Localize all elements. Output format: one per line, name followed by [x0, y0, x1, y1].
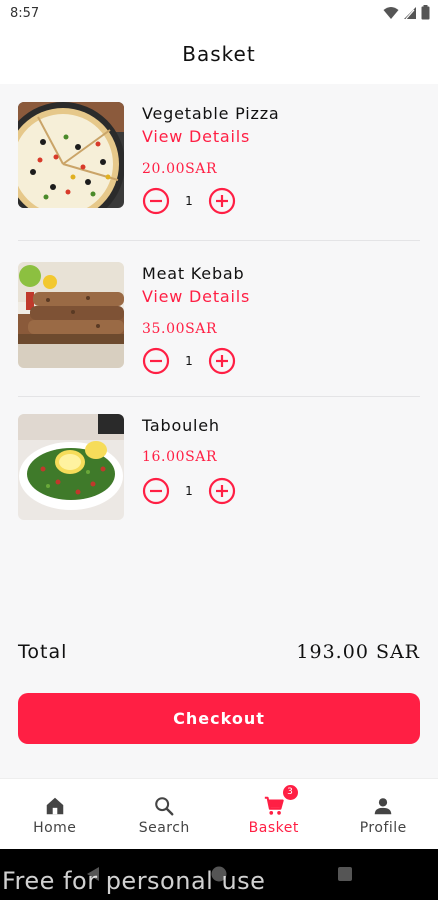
divider [18, 240, 420, 241]
signal-icon [404, 6, 416, 19]
minus-circle-icon[interactable] [142, 477, 170, 505]
quantity-stepper: 1 [142, 477, 252, 507]
search-icon [155, 797, 174, 816]
tabouleh-image[interactable] [18, 414, 124, 520]
status-icons [383, 5, 430, 20]
cart-badge: 3 [282, 785, 298, 800]
system-nav-bar: Free for personal use [0, 849, 438, 900]
quantity-stepper: 1 [142, 347, 252, 377]
nav-label: Home [33, 820, 77, 836]
battery-icon [421, 5, 430, 20]
item-name: Tabouleh [142, 416, 220, 435]
quantity-value: 1 [185, 354, 193, 368]
divider [18, 396, 420, 397]
page-title: Basket [182, 42, 256, 66]
home-icon [46, 797, 63, 815]
total-label: Total [18, 641, 68, 663]
app-header: Basket [0, 28, 438, 84]
bottom-nav: Home Search 3 Basket Profile [0, 778, 438, 849]
cart-icon [264, 796, 284, 815]
checkout-button[interactable]: Checkout [18, 693, 420, 744]
basket-item-meat-kebab: Meat Kebab View Details 35.00SAR 1 [18, 262, 420, 375]
minus-circle-icon[interactable] [142, 187, 170, 215]
recents-icon[interactable] [337, 866, 353, 882]
plus-circle-icon[interactable] [208, 187, 236, 215]
kebab-image[interactable] [18, 262, 124, 368]
nav-item-search[interactable]: Search [110, 779, 220, 849]
person-icon [375, 798, 392, 815]
view-details-link[interactable]: View Details [142, 287, 250, 306]
quantity-stepper: 1 [142, 187, 252, 217]
total-value: 193.00 SAR [296, 641, 420, 663]
nav-item-home[interactable]: Home [0, 779, 110, 849]
item-price: 35.00SAR [142, 321, 218, 337]
item-price: 16.00SAR [142, 449, 218, 465]
status-time: 8:57 [10, 6, 40, 21]
nav-item-profile[interactable]: Profile [329, 779, 438, 849]
pizza-image[interactable] [18, 102, 124, 208]
view-details-link[interactable]: View Details [142, 127, 250, 146]
status-bar: 8:57 [0, 0, 438, 28]
basket-content: Vegetable Pizza View Details 20.00SAR 1 [0, 84, 438, 778]
item-price: 20.00SAR [142, 161, 218, 177]
item-name: Vegetable Pizza [142, 104, 280, 123]
quantity-value: 1 [185, 484, 193, 498]
quantity-value: 1 [185, 194, 193, 208]
nav-label: Basket [248, 820, 299, 836]
nav-label: Search [138, 820, 190, 836]
basket-item-tabouleh: Tabouleh 16.00SAR 1 [18, 414, 420, 524]
basket-item-vegetable-pizza: Vegetable Pizza View Details 20.00SAR 1 [18, 102, 420, 215]
item-name: Meat Kebab [142, 264, 245, 283]
plus-circle-icon[interactable] [208, 477, 236, 505]
wifi-icon [383, 6, 399, 19]
watermark-text: Free for personal use [2, 867, 266, 895]
minus-circle-icon[interactable] [142, 347, 170, 375]
plus-circle-icon[interactable] [208, 347, 236, 375]
nav-label: Profile [359, 820, 407, 836]
nav-item-basket[interactable]: 3 Basket [219, 779, 329, 849]
